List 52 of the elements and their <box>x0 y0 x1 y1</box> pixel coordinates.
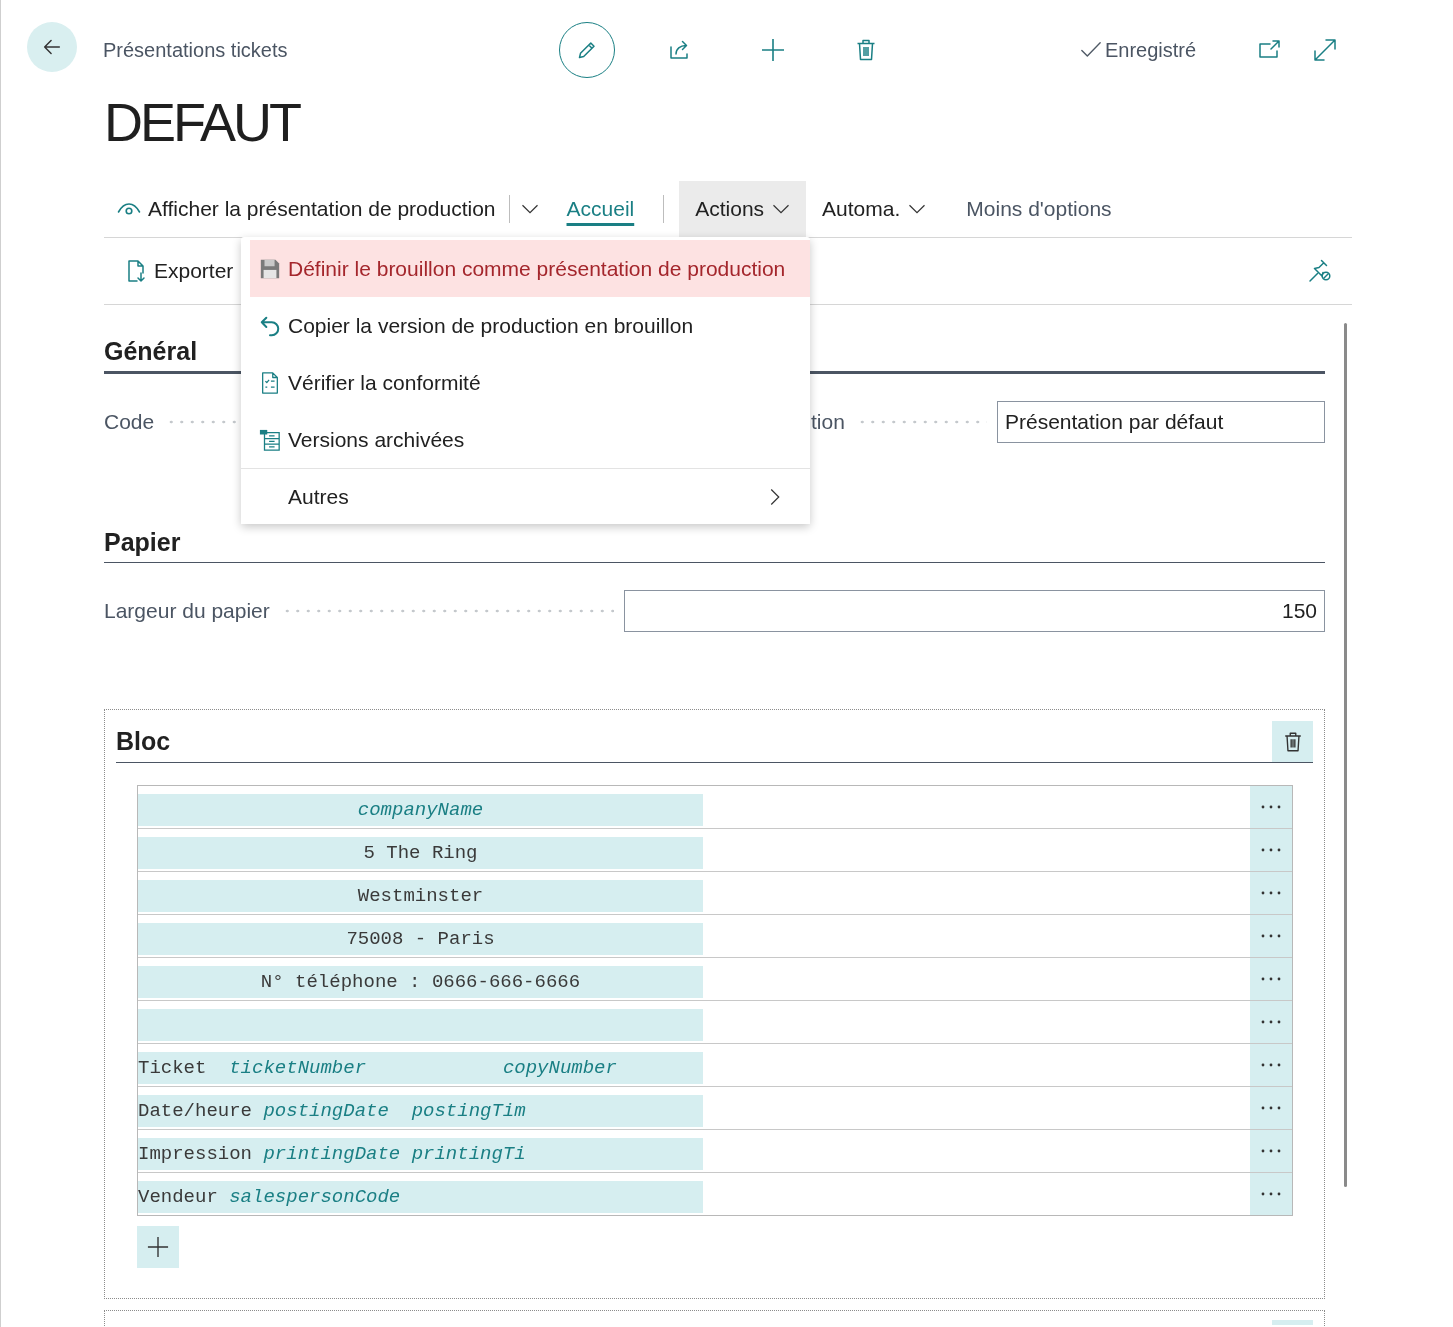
back-button[interactable] <box>27 22 77 72</box>
menu-item[interactable]: Autres <box>241 468 810 524</box>
undo-arrow-icon <box>259 314 281 337</box>
plus-icon <box>761 38 785 62</box>
more-options-button[interactable] <box>1250 1087 1292 1129</box>
more-options-button[interactable] <box>1250 786 1292 828</box>
more-options-button[interactable] <box>1250 829 1292 871</box>
expand-icon <box>1313 38 1337 62</box>
breadcrumb[interactable]: Présentations tickets <box>103 38 288 61</box>
text-field[interactable]: Présentation par défaut <box>997 401 1325 443</box>
delete-button[interactable] <box>1272 721 1313 762</box>
ellipsis-icon <box>1261 1063 1281 1067</box>
less-options-link[interactable]: Moins d'options <box>966 197 1112 221</box>
more-options-button[interactable] <box>1250 1130 1292 1172</box>
save-status: Enregistré <box>1105 38 1197 62</box>
checklist-document-icon <box>259 371 281 394</box>
ellipsis-icon <box>1261 1192 1281 1196</box>
ellipsis-icon <box>1261 977 1281 981</box>
ellipsis-icon <box>1261 1149 1281 1153</box>
number-field[interactable]: 150 <box>624 590 1325 632</box>
field-label: Code <box>104 410 155 434</box>
more-options-button[interactable] <box>1250 958 1292 1000</box>
menu-item[interactable]: Définir le brouillon comme présentation de production <box>250 240 810 297</box>
ellipsis-icon <box>1261 891 1281 895</box>
ellipsis-icon <box>1261 805 1281 809</box>
field-label: Largeur du papier <box>104 599 270 623</box>
show-production-button[interactable]: Afficher la présentation de production <box>104 189 502 229</box>
section-title[interactable]: Général <box>104 336 198 366</box>
ellipsis-icon <box>1261 848 1281 852</box>
more-options-button[interactable] <box>1250 1001 1292 1043</box>
more-options-button[interactable] <box>1250 915 1292 957</box>
scrollbar[interactable] <box>1344 323 1347 1187</box>
edit-button[interactable] <box>559 22 615 78</box>
ellipsis-icon <box>1261 934 1281 938</box>
cut-off-button[interactable] <box>1272 1320 1313 1325</box>
action-tab[interactable]: Automa. <box>806 181 943 237</box>
more-options-button[interactable] <box>1250 872 1292 914</box>
action-tab[interactable]: Actions <box>679 181 807 237</box>
unpin-icon <box>1308 259 1332 283</box>
action-tab[interactable]: Accueil <box>550 181 651 237</box>
more-options-button[interactable] <box>1250 1044 1292 1086</box>
section-title[interactable]: Papier <box>104 527 181 557</box>
more-options-button[interactable] <box>1250 1173 1292 1215</box>
ellipsis-icon <box>1261 1106 1281 1110</box>
field-label: tion <box>811 410 845 434</box>
ellipsis-icon <box>1261 1020 1281 1024</box>
export-button[interactable]: Exporter <box>104 251 238 291</box>
plus-icon <box>147 1236 169 1258</box>
add-line-button[interactable] <box>137 1226 179 1268</box>
page-title: DEFAUT <box>104 93 300 151</box>
section-title: Bloc <box>116 727 171 756</box>
archive-cabinet-icon <box>259 428 281 451</box>
